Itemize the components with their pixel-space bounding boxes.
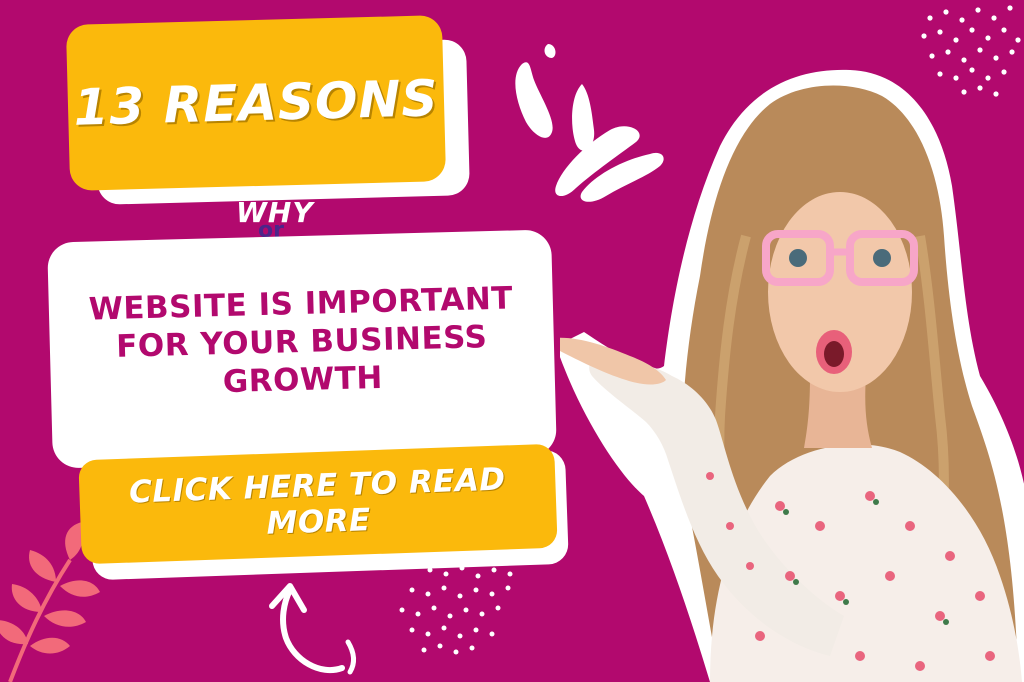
headline-card: WEBSITE IS IMPORTANT FOR YOUR BUSINESS G… xyxy=(47,229,557,469)
read-more-button[interactable]: CLICK HERE TO READ MORE xyxy=(78,443,558,565)
banner-canvas: 13 REASONS or WHY WEBSITE IS IMPORTANT F… xyxy=(0,0,1024,682)
title-badge: 13 REASONS xyxy=(65,15,447,191)
headline: WEBSITE IS IMPORTANT FOR YOUR BUSINESS G… xyxy=(88,279,515,404)
page-title: 13 REASONS xyxy=(72,69,440,137)
why-label: WHY xyxy=(236,196,314,229)
woman-photo xyxy=(560,69,1024,682)
curved-arrow-icon xyxy=(269,583,357,675)
read-more-label: CLICK HERE TO READ MORE xyxy=(128,461,507,542)
